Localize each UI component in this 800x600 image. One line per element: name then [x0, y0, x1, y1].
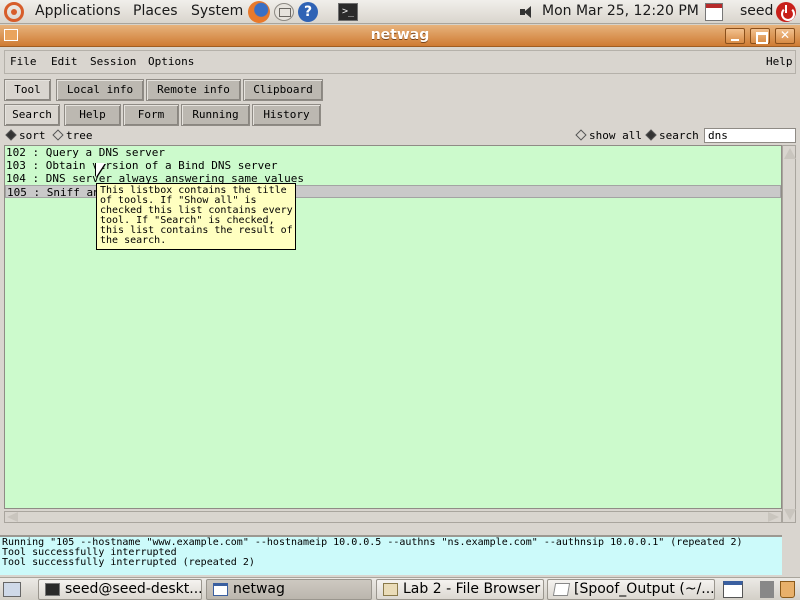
output-line: Tool successfully interrupted (repeated … [2, 557, 255, 568]
task-label: Lab 2 - File Browser [403, 581, 541, 597]
system-menu[interactable]: System [191, 3, 243, 19]
search-radio[interactable] [645, 129, 657, 141]
list-item[interactable]: 103 : Obtain version of a Bind DNS serve… [5, 159, 781, 172]
tooltip-line: the search. [100, 235, 167, 246]
sort-radio[interactable] [5, 129, 17, 141]
search-input[interactable]: dns [704, 128, 796, 143]
tab-search[interactable]: Search [4, 104, 60, 126]
ubuntu-logo-icon[interactable] [4, 2, 24, 22]
scroll-down-arrow-icon[interactable] [784, 509, 796, 520]
file-browser-icon [383, 583, 398, 596]
volume-icon[interactable] [520, 5, 536, 19]
tab-history[interactable]: History [252, 104, 321, 126]
menu-bar: File Edit Session Options Help [4, 50, 796, 74]
firefox-icon[interactable] [248, 1, 270, 23]
help-icon[interactable]: ? [298, 2, 318, 22]
task-label: netwag [233, 581, 285, 597]
tree-label: tree [66, 129, 93, 142]
top-panel: Applications Places System ? >_ Mon Mar … [0, 0, 800, 24]
workspace-switcher[interactable] [760, 581, 774, 598]
task-spoof-output[interactable]: [Spoof_Output (~/... [547, 579, 715, 600]
tab-running[interactable]: Running [181, 104, 250, 126]
places-menu[interactable]: Places [133, 3, 178, 19]
menu-session[interactable]: Session [90, 55, 136, 68]
scroll-left-arrow-icon[interactable] [7, 512, 18, 522]
list-horizontal-scrollbar[interactable] [4, 511, 782, 523]
window-icon [213, 583, 228, 596]
main-tabs: Tool Local info Remote info Clipboard [4, 78, 796, 102]
task-label: [Spoof_Output (~/... [574, 581, 715, 597]
workspace-icon[interactable] [723, 581, 743, 598]
window-title: netwag [370, 27, 430, 43]
tab-local-info[interactable]: Local info [56, 79, 144, 101]
mail-icon[interactable] [274, 3, 294, 21]
listbox-tooltip: This listbox contains the title of tools… [96, 183, 296, 250]
taskbar: seed@seed-deskt... netwag Lab 2 - File B… [0, 577, 800, 600]
text-editor-icon [552, 583, 571, 596]
task-netwag[interactable]: netwag [206, 579, 372, 600]
show-all-label: show all [589, 129, 642, 142]
tab-form[interactable]: Form [123, 104, 179, 126]
options-row: sort tree show all search dns [4, 127, 796, 145]
show-desktop-icon[interactable] [3, 582, 21, 597]
tab-clipboard[interactable]: Clipboard [243, 79, 323, 101]
tool-subtabs: Search Help Form Running History [4, 103, 796, 127]
applications-menu[interactable]: Applications [35, 3, 121, 19]
power-icon[interactable] [776, 2, 796, 22]
tab-help[interactable]: Help [64, 104, 121, 126]
terminal-icon[interactable]: >_ [338, 3, 358, 21]
scroll-up-arrow-icon[interactable] [784, 148, 796, 159]
sort-label: sort [19, 129, 46, 142]
minimize-button[interactable] [725, 28, 745, 44]
calendar-icon[interactable] [705, 3, 723, 21]
close-button[interactable] [775, 28, 795, 44]
clock[interactable]: Mon Mar 25, 12:20 PM [542, 3, 699, 19]
menu-file[interactable]: File [10, 55, 37, 68]
show-all-radio[interactable] [575, 129, 587, 141]
netwag-window: netwag File Edit Session Options Help To… [0, 25, 800, 577]
title-bar[interactable]: netwag [0, 25, 800, 47]
mouse-cursor-icon [96, 163, 105, 177]
tab-remote-info[interactable]: Remote info [146, 79, 241, 101]
task-file-browser[interactable]: Lab 2 - File Browser [376, 579, 544, 600]
menu-edit[interactable]: Edit [51, 55, 78, 68]
search-label: search [659, 129, 699, 142]
tree-radio[interactable] [52, 129, 64, 141]
task-label: seed@seed-deskt... [65, 581, 202, 597]
tab-tool[interactable]: Tool [4, 79, 51, 101]
list-vertical-scrollbar[interactable] [782, 145, 796, 523]
menu-help[interactable]: Help [766, 55, 793, 68]
maximize-button[interactable] [750, 28, 770, 44]
output-scrollbar[interactable] [782, 535, 800, 575]
menu-options[interactable]: Options [148, 55, 194, 68]
output-console[interactable]: Running "105 --hostname "www.example.com… [0, 535, 782, 575]
list-item[interactable]: 102 : Query a DNS server [5, 146, 781, 159]
terminal-icon [45, 583, 60, 596]
user-name[interactable]: seed [740, 3, 773, 19]
scroll-right-arrow-icon[interactable] [768, 512, 779, 522]
trash-icon[interactable] [780, 581, 795, 598]
task-terminal[interactable]: seed@seed-deskt... [38, 579, 202, 600]
